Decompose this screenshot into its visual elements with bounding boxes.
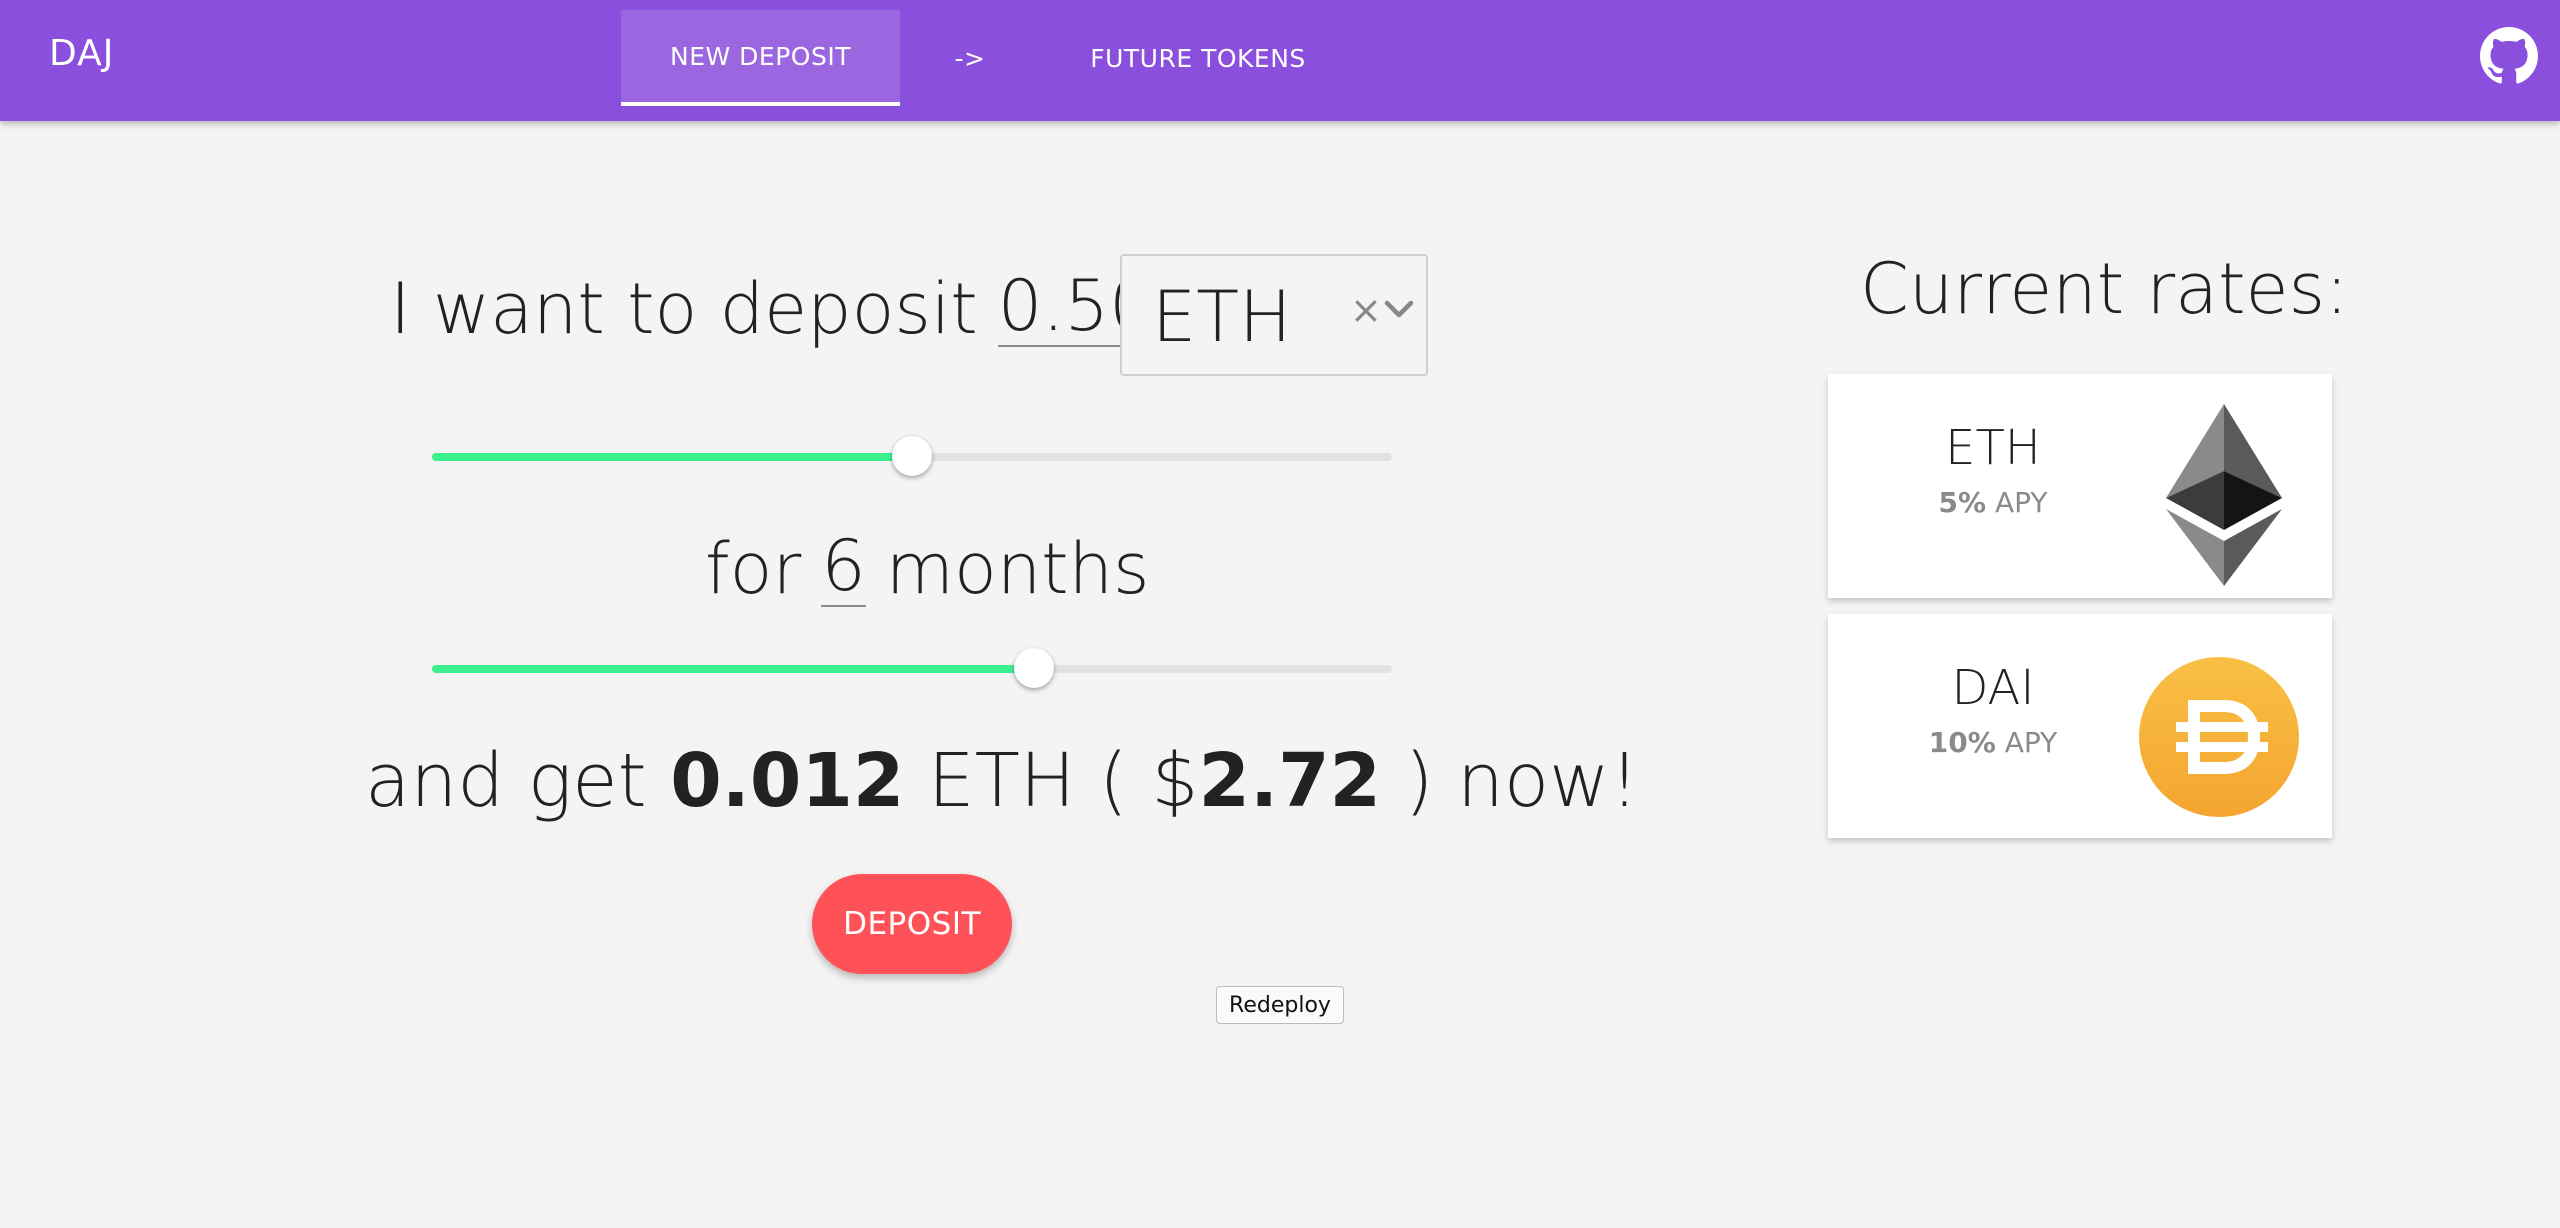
months-slider[interactable] xyxy=(432,648,1392,688)
duration-suffix-text: months xyxy=(885,528,1150,610)
amount-slider-fill xyxy=(432,453,912,461)
token-select[interactable]: ETH × xyxy=(1120,254,1428,376)
rate-card-apy: 5% APY xyxy=(1828,486,2158,519)
result-sentence: and get 0.012 ETH ( $2.72 ) now! xyxy=(365,738,1639,824)
rate-card-unit: APY xyxy=(1994,486,2048,519)
result-token-symbol: ETH xyxy=(927,738,1076,824)
amount-slider-thumb[interactable] xyxy=(892,436,932,476)
duration-sentence: for 6 months xyxy=(705,528,1149,610)
rate-card-eth: ETH 5% APY xyxy=(1828,374,2332,598)
result-prefix-text: and get xyxy=(365,738,647,824)
deposit-button[interactable]: DEPOSIT xyxy=(812,874,1012,974)
rate-card-dai: DAI 10% APY xyxy=(1828,614,2332,838)
deposit-sentence: I want to deposit 0.50 xyxy=(390,268,1174,350)
redeploy-button[interactable]: Redeploy xyxy=(1216,986,1344,1024)
tab-future-tokens[interactable]: FUTURE TOKENS xyxy=(1070,10,1326,106)
rate-card-unit: APY xyxy=(2004,726,2058,759)
top-navbar: DAJ NEW DEPOSIT -> FUTURE TOKENS xyxy=(0,0,2560,121)
github-icon[interactable] xyxy=(2480,27,2538,85)
months-input[interactable]: 6 xyxy=(821,531,866,607)
rate-card-symbol: ETH xyxy=(1945,420,2041,476)
rate-card-rate: 5% xyxy=(1938,486,1987,519)
brand-logo[interactable]: DAJ xyxy=(49,33,114,74)
result-usd-amount: 2.72 xyxy=(1198,738,1382,824)
dai-logo-icon xyxy=(2139,657,2299,817)
rates-title: Current rates: xyxy=(1860,248,2349,330)
result-token-amount: 0.012 xyxy=(670,738,905,824)
ethereum-logo-icon xyxy=(2166,404,2282,586)
months-slider-thumb[interactable] xyxy=(1013,648,1054,688)
rate-card-rate: 10% xyxy=(1928,726,1996,759)
result-open-paren: ( $ xyxy=(1098,738,1199,824)
token-select-value: ETH xyxy=(1152,276,1292,358)
chevron-down-icon[interactable] xyxy=(1384,298,1414,322)
months-slider-fill xyxy=(432,665,1034,673)
result-suffix-text: ) now! xyxy=(1404,738,1640,824)
amount-slider[interactable] xyxy=(432,436,1392,476)
tab-new-deposit[interactable]: NEW DEPOSIT xyxy=(621,10,900,106)
tab-arrow-separator: -> xyxy=(954,43,986,73)
deposit-prefix-text: I want to deposit xyxy=(390,268,978,350)
rate-card-symbol: DAI xyxy=(1951,660,2035,716)
clear-icon[interactable]: × xyxy=(1350,288,1382,332)
duration-prefix-text: for xyxy=(705,528,802,610)
rate-card-apy: 10% APY xyxy=(1828,726,2158,759)
